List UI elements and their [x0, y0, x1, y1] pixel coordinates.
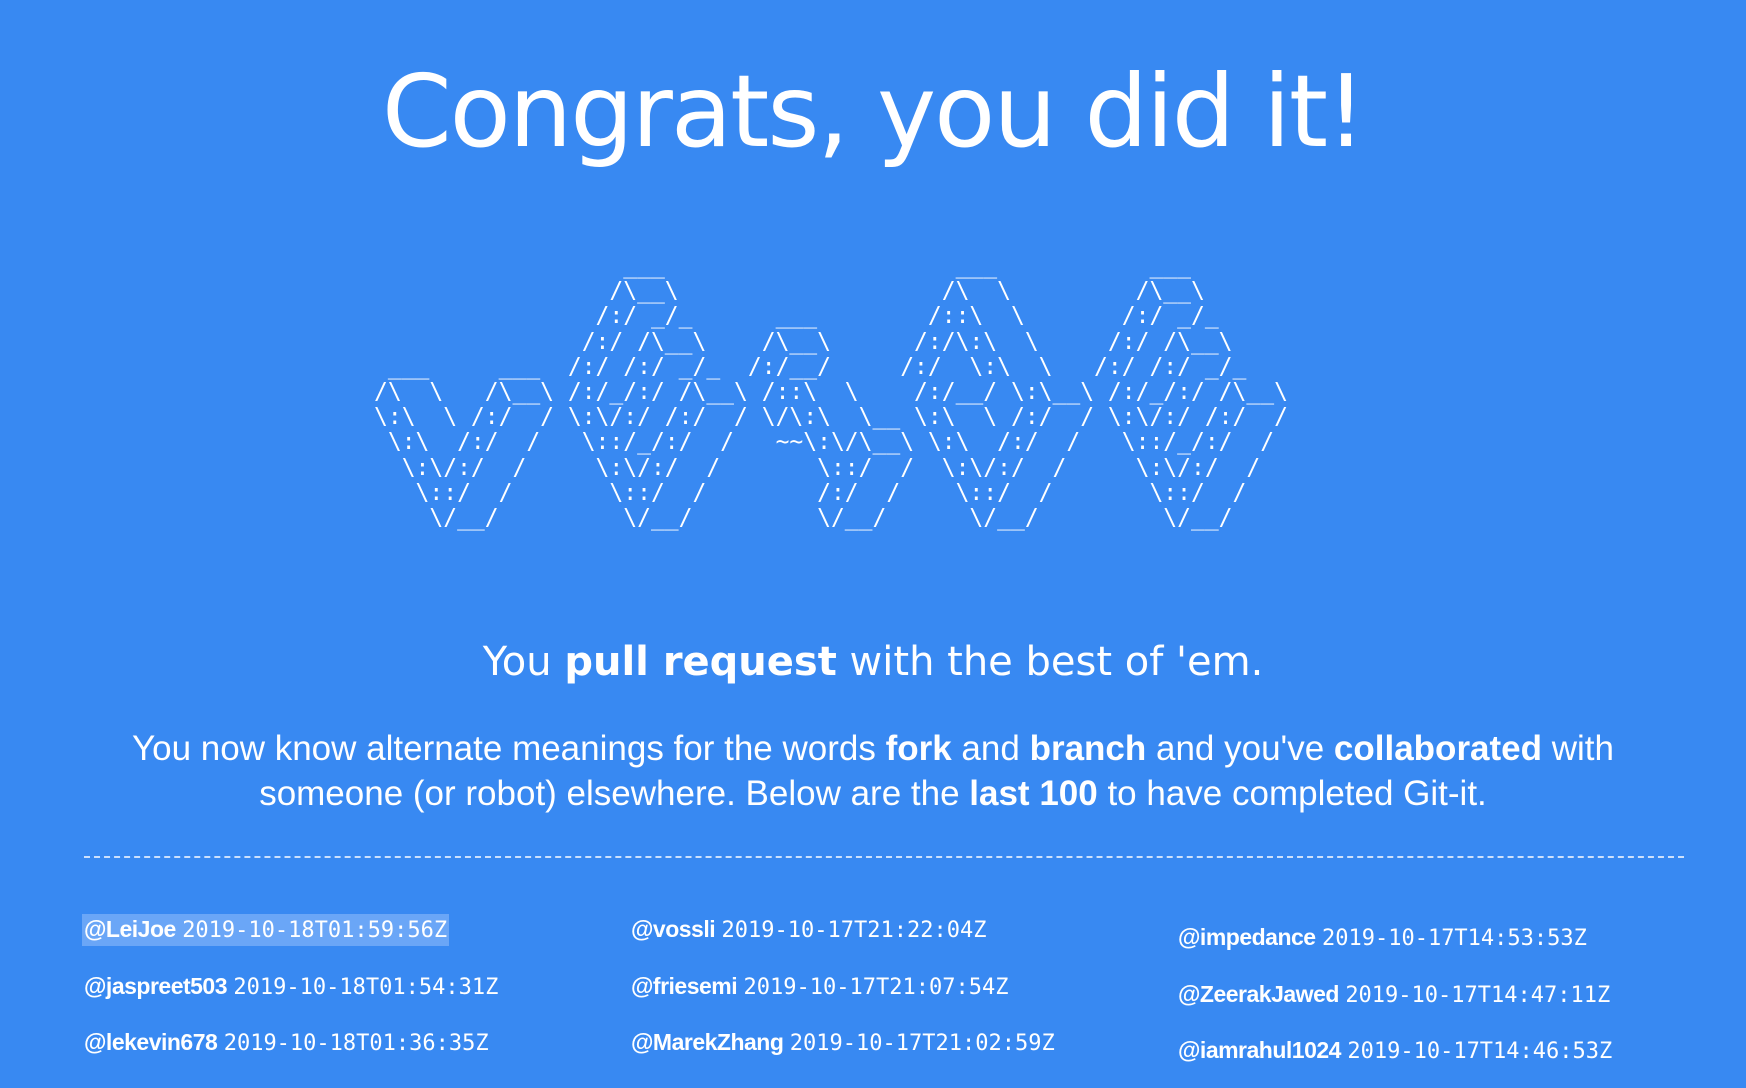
divider	[84, 856, 1684, 858]
completer-username-link[interactable]: @iamrahul1024	[1178, 1037, 1341, 1063]
completer-timestamp: 2019-10-17T21:07:54Z	[743, 975, 1009, 1000]
completer-item[interactable]: @impedance 2019-10-17T14:53:53Z	[1176, 922, 1589, 954]
completer-username-link[interactable]: @lekevin678	[84, 1029, 218, 1055]
completer-timestamp: 2019-10-18T01:54:31Z	[233, 975, 499, 1000]
completer-timestamp: 2019-10-17T14:53:53Z	[1321, 926, 1587, 951]
page-title: Congrats, you did it!	[381, 53, 1366, 170]
tagline-text: You	[482, 639, 565, 685]
ascii-art-logo: ___ ___ ___ /\__\ /\ \ /\__\ /:/ _/_ ___…	[374, 253, 1288, 532]
completer-timestamp: 2019-10-18T01:36:35Z	[223, 1031, 489, 1056]
completer-item[interactable]: @MarekZhang 2019-10-17T21:02:59Z	[629, 1027, 1057, 1059]
completer-username-link[interactable]: @impedance	[1178, 924, 1316, 950]
completer-username-link[interactable]: @MarekZhang	[631, 1029, 784, 1055]
completer-timestamp: 2019-10-17T21:02:59Z	[789, 1031, 1055, 1056]
completer-timestamp: 2019-10-17T14:46:53Z	[1347, 1039, 1613, 1064]
description-text: and	[951, 729, 1030, 768]
completer-item[interactable]: @lekevin678 2019-10-18T01:36:35Z	[82, 1027, 491, 1059]
description-bold: branch	[1029, 729, 1147, 768]
completer-item[interactable]: @ZeerakJawed 2019-10-17T14:47:11Z	[1176, 979, 1612, 1011]
completer-username-link[interactable]: @jaspreet503	[84, 973, 228, 999]
description-bold: collaborated	[1333, 729, 1543, 768]
completer-item[interactable]: @jaspreet503 2019-10-18T01:54:31Z	[82, 971, 500, 1003]
description-bold: last 100	[969, 774, 1098, 813]
tagline-bold: pull request	[564, 639, 837, 685]
completer-item[interactable]: @iamrahul1024 2019-10-17T14:46:53Z	[1176, 1035, 1614, 1067]
description-bold: fork	[885, 729, 952, 768]
completer-item[interactable]: @LeiJoe 2019-10-18T01:59:56Z	[82, 914, 450, 946]
completer-timestamp: 2019-10-17T14:47:11Z	[1345, 983, 1611, 1008]
description-text: You now know alternate meanings for the …	[131, 729, 886, 768]
completer-item[interactable]: @vossli 2019-10-17T21:22:04Z	[629, 914, 988, 946]
tagline-text-end: with the best of 'em.	[836, 639, 1264, 685]
completer-timestamp: 2019-10-17T21:22:04Z	[721, 918, 987, 943]
completer-username-link[interactable]: @ZeerakJawed	[1178, 981, 1339, 1007]
completer-username-link[interactable]: @LeiJoe	[84, 916, 176, 942]
completer-username-link[interactable]: @friesemi	[631, 973, 738, 999]
tagline: You pull request with the best of 'em.	[0, 632, 1746, 692]
completer-username-link[interactable]: @vossli	[631, 916, 716, 942]
completer-item[interactable]: @friesemi 2019-10-17T21:07:54Z	[629, 971, 1010, 1003]
completer-timestamp: 2019-10-18T01:59:56Z	[182, 918, 448, 943]
description-text: to have completed Git-it.	[1097, 774, 1487, 813]
description-text: and you've	[1146, 729, 1334, 768]
description: You now know alternate meanings for the …	[80, 726, 1666, 816]
